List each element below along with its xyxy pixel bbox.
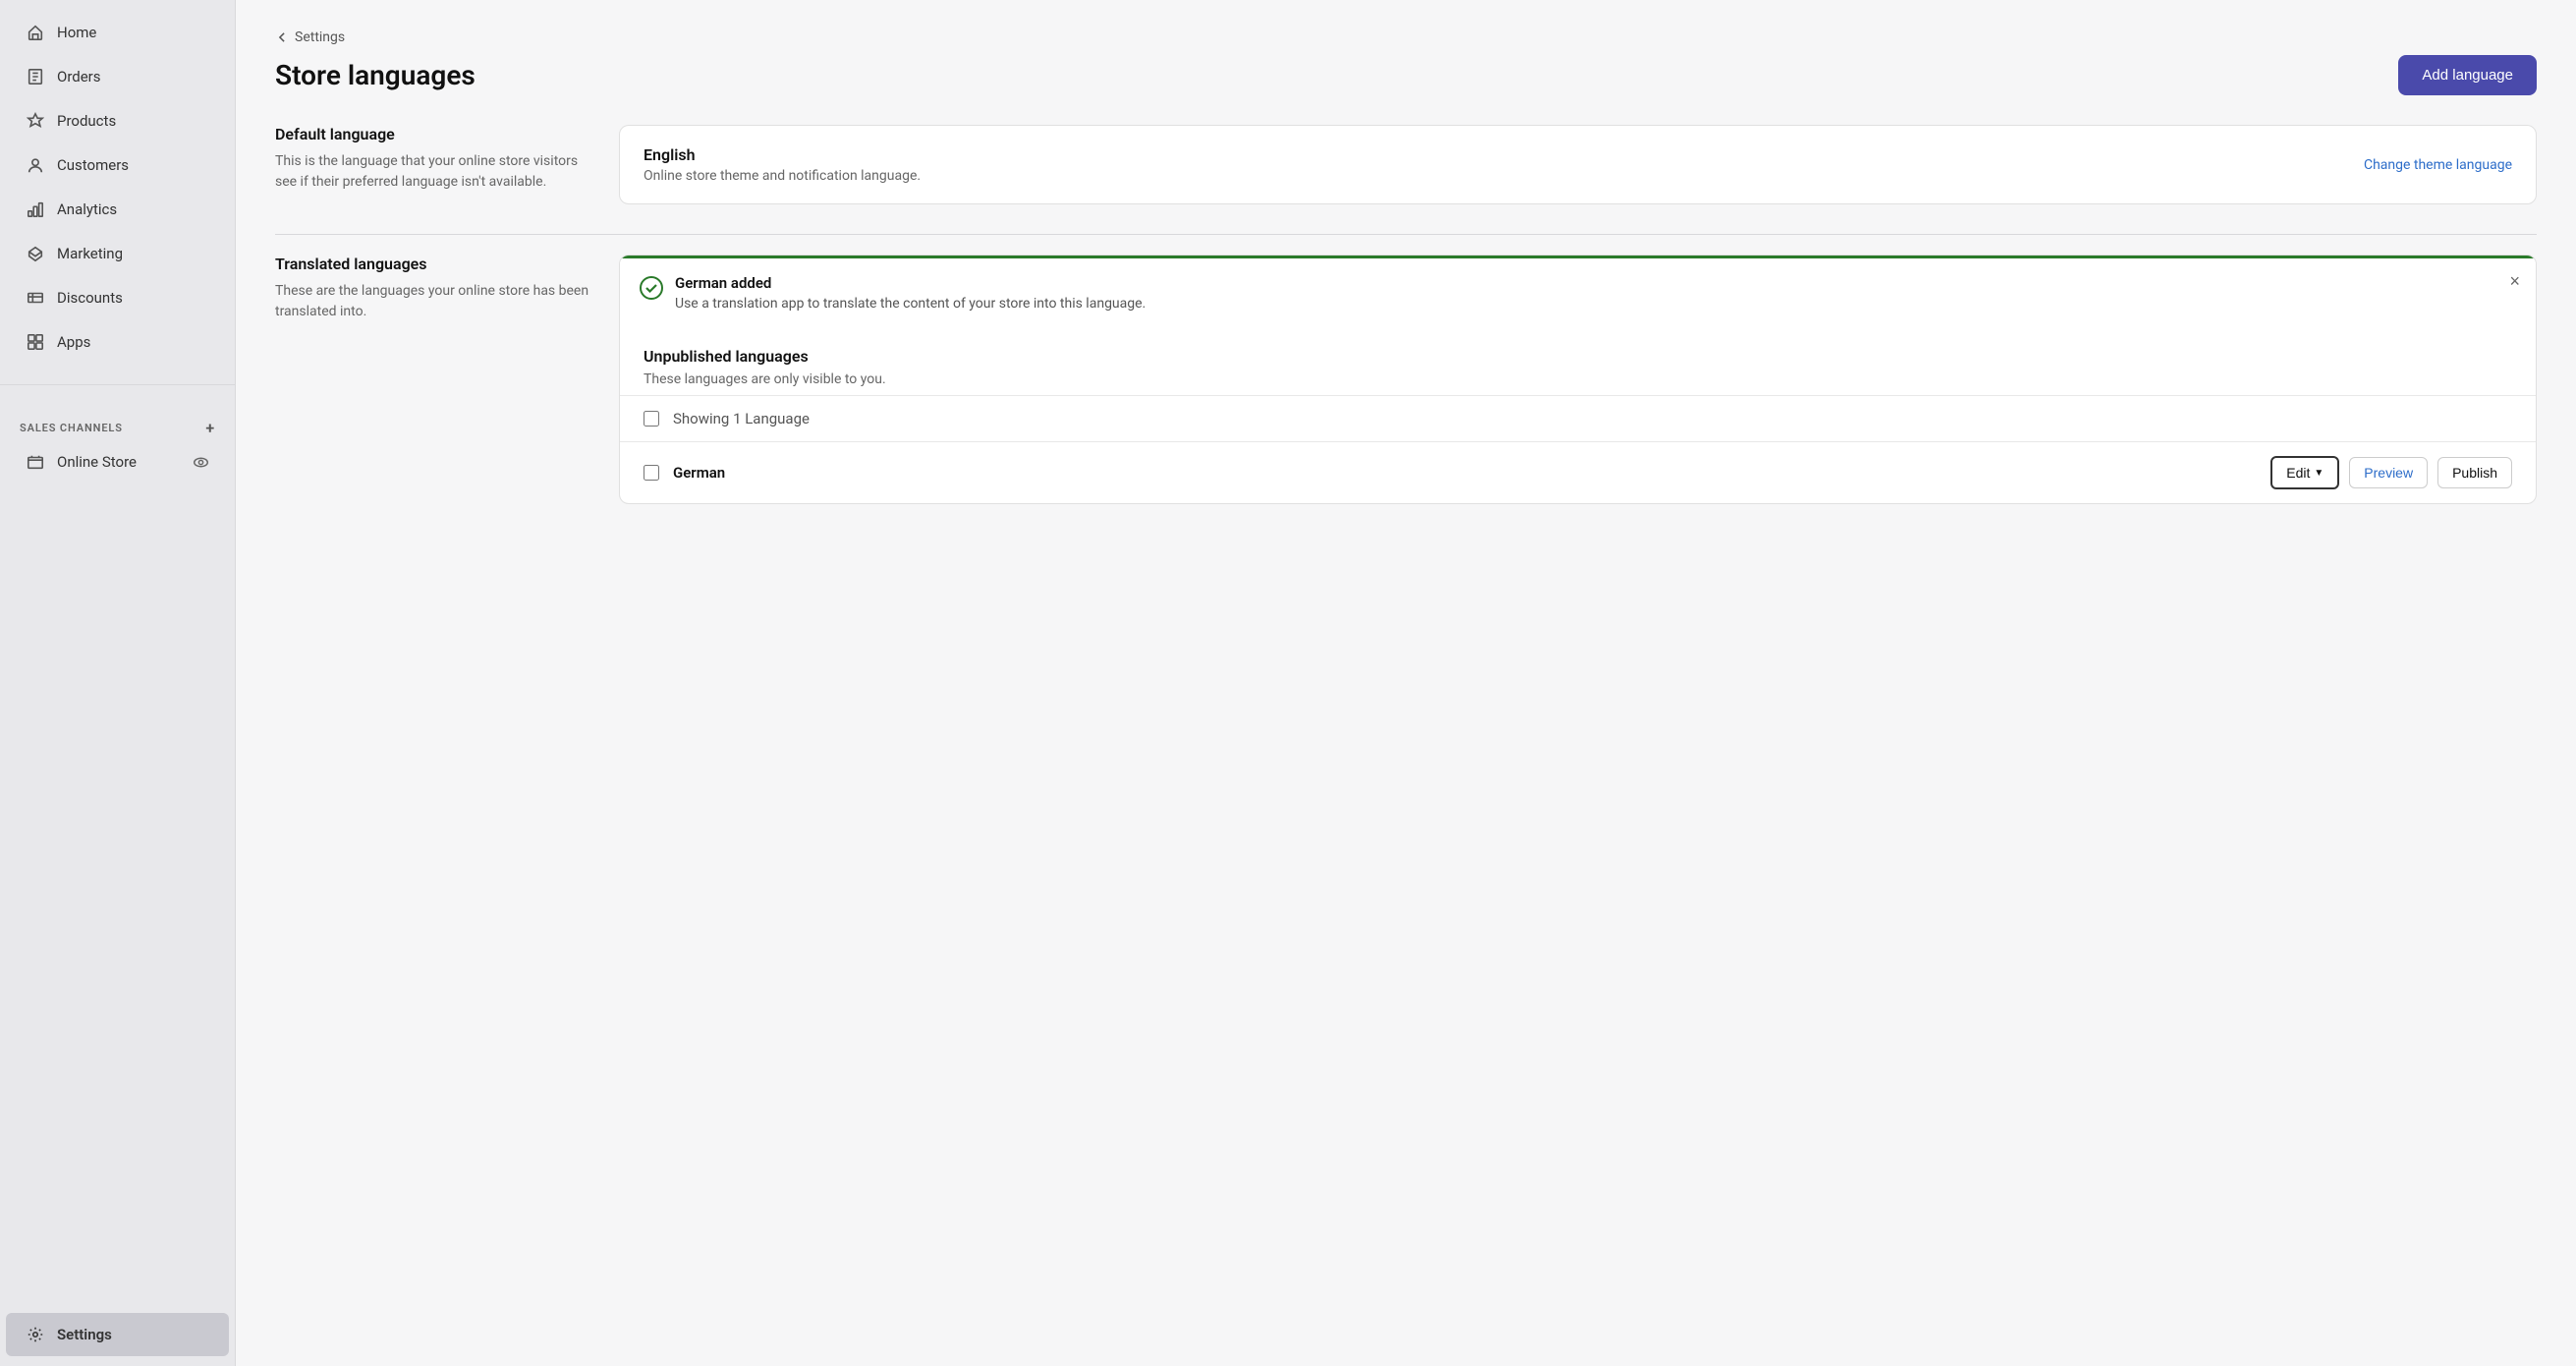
default-language-name: English <box>644 145 921 164</box>
sidebar-item-customers[interactable]: Customers <box>6 143 229 187</box>
sidebar-item-settings-label: Settings <box>57 1326 112 1343</box>
german-language-row: German Edit ▼ Preview Publish <box>620 441 2536 503</box>
translated-languages-section: Translated languages These are the langu… <box>275 255 2537 504</box>
notification-close-button[interactable]: × <box>2509 272 2520 290</box>
sidebar-item-analytics[interactable]: Analytics <box>6 188 229 231</box>
online-store-visibility-icon[interactable] <box>193 454 209 471</box>
customers-icon <box>26 155 45 175</box>
sidebar-item-customers-label: Customers <box>57 156 129 174</box>
sidebar-item-products[interactable]: Products <box>6 99 229 142</box>
german-added-notification: German added Use a translation app to tr… <box>620 256 2536 327</box>
add-language-button[interactable]: Add language <box>2398 55 2537 95</box>
sidebar-item-apps[interactable]: Apps <box>6 320 229 364</box>
apps-icon <box>26 332 45 352</box>
sidebar-item-marketing[interactable]: Marketing <box>6 232 229 275</box>
translated-languages-card: German added Use a translation app to tr… <box>619 255 2537 504</box>
page-title: Store languages <box>275 59 476 91</box>
add-sales-channel-icon[interactable]: + <box>205 419 215 437</box>
products-icon <box>26 111 45 131</box>
sidebar-item-settings[interactable]: Settings <box>6 1313 229 1356</box>
page-header: Store languages Add language <box>275 55 2537 95</box>
german-checkbox[interactable] <box>644 465 659 481</box>
main-content: Settings Store languages Add language De… <box>236 0 2576 1366</box>
sidebar-item-home-label: Home <box>57 24 96 41</box>
sidebar-item-marketing-label: Marketing <box>57 245 123 262</box>
unpublished-languages-card: Unpublished languages These languages ar… <box>620 327 2536 503</box>
success-icon <box>640 276 663 300</box>
sidebar-item-orders[interactable]: Orders <box>6 55 229 98</box>
notification-description: Use a translation app to translate the c… <box>675 296 1146 312</box>
unpublished-description: These languages are only visible to you. <box>644 371 2512 387</box>
unpublished-heading: Unpublished languages <box>644 347 2512 366</box>
breadcrumb[interactable]: Settings <box>275 29 2537 45</box>
change-theme-language-link[interactable]: Change theme language <box>2364 157 2512 173</box>
orders-icon <box>26 67 45 86</box>
select-all-checkbox[interactable] <box>644 411 659 427</box>
translated-languages-description: Translated languages These are the langu… <box>275 255 589 322</box>
settings-icon <box>26 1325 45 1344</box>
online-store-icon <box>26 452 45 472</box>
default-language-card: English Online store theme and notificat… <box>619 125 2537 204</box>
online-store-label: Online Store <box>57 453 137 471</box>
preview-button[interactable]: Preview <box>2349 457 2428 488</box>
home-icon <box>26 23 45 42</box>
german-language-name: German <box>673 464 2257 482</box>
analytics-icon <box>26 199 45 219</box>
default-language-desc: Online store theme and notification lang… <box>644 168 921 184</box>
sidebar-item-analytics-label: Analytics <box>57 200 117 218</box>
sidebar: Home Orders Products <box>0 0 236 1366</box>
language-count-label: Showing 1 Language <box>673 410 2512 427</box>
sidebar-item-products-label: Products <box>57 112 116 130</box>
sidebar-item-orders-label: Orders <box>57 68 101 85</box>
sidebar-item-home[interactable]: Home <box>6 11 229 54</box>
back-icon <box>275 30 289 44</box>
sales-channels-label: SALES CHANNELS + <box>0 405 235 441</box>
sidebar-item-apps-label: Apps <box>57 333 90 351</box>
chevron-down-icon: ▼ <box>2314 468 2324 479</box>
breadcrumb-settings: Settings <box>295 29 345 45</box>
default-language-section: Default language This is the language th… <box>275 125 2537 204</box>
edit-button[interactable]: Edit ▼ <box>2270 456 2339 489</box>
sidebar-item-discounts-label: Discounts <box>57 289 123 307</box>
sidebar-item-discounts[interactable]: Discounts <box>6 276 229 319</box>
german-language-actions: Edit ▼ Preview Publish <box>2270 456 2512 489</box>
publish-button[interactable]: Publish <box>2437 457 2512 488</box>
language-count-row: Showing 1 Language <box>620 395 2536 441</box>
marketing-icon <box>26 244 45 263</box>
notification-title: German added <box>675 274 1146 292</box>
discounts-icon <box>26 288 45 308</box>
default-language-description: Default language This is the language th… <box>275 125 589 193</box>
sidebar-item-online-store[interactable]: Online Store <box>6 442 229 482</box>
